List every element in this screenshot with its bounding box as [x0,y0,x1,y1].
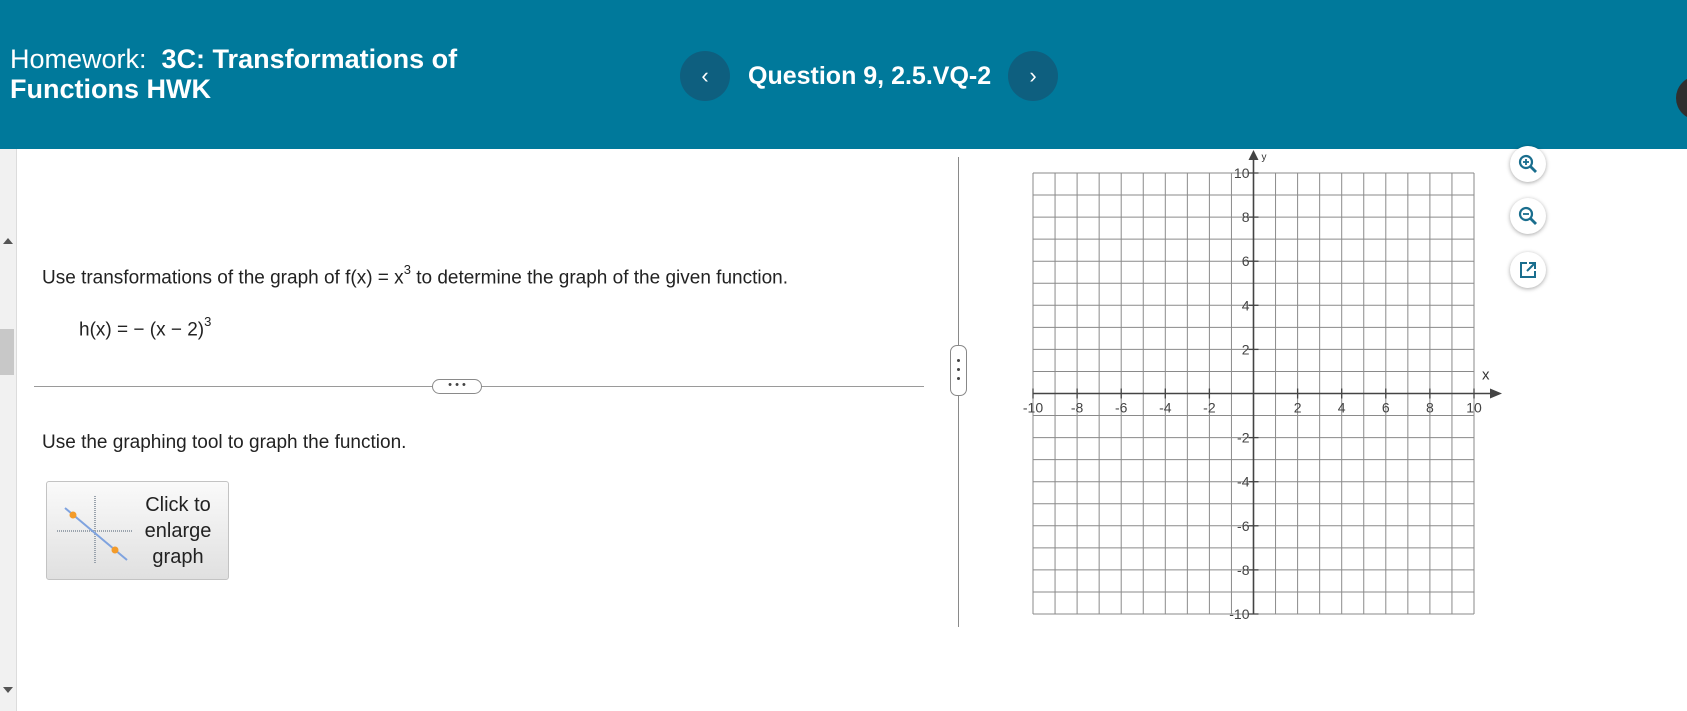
y-tick-label: 8 [1242,209,1250,225]
enlarge-graph-button[interactable]: Click to enlarge graph [46,481,229,580]
enlarge-label-line1: Click to [145,494,211,516]
popout-button[interactable] [1510,252,1546,288]
function-exponent: 3 [204,314,212,329]
function-base: h(x) = − (x − 2) [79,319,205,341]
next-question-button[interactable]: › [1008,51,1058,101]
left-scrollbar[interactable] [0,149,17,711]
question-prompt: Use transformations of the graph of f(x)… [42,262,788,289]
x-tick-label: -8 [1071,400,1084,416]
enlarge-label-line2: enlarge [144,520,212,542]
graph-axes [1032,150,1502,615]
x-tick-label: 4 [1338,400,1346,416]
y-tick-label: -8 [1237,562,1250,578]
graph-area[interactable]: -10 -8 -6 -4 -2 2 4 6 8 10 10 8 6 4 2 -2 -4 -6 -8 -10 x y [1010,150,1510,630]
y-axis-label: y [1262,152,1267,163]
zoom-in-button[interactable] [1510,146,1546,182]
show-more-button[interactable]: • • • [432,379,482,394]
zoom-out-button[interactable] [1510,198,1546,234]
chevron-left-icon: ‹ [701,63,709,88]
y-tick-label: 4 [1242,297,1250,313]
graph-thumbnail-icon [57,496,133,564]
question-title: Question 9, 2.5.VQ-2 [748,62,992,90]
graph-instruction: Use the graphing tool to graph the funct… [42,432,407,453]
y-tick-label: -10 [1229,606,1249,622]
zoom-out-icon [1518,206,1537,225]
prompt-exponent: 3 [403,262,411,277]
x-axis-arrow [1490,388,1502,399]
y-tick-label: -4 [1237,474,1250,490]
x-tick-label: 6 [1382,400,1390,416]
enlarge-label: Click to enlarge graph [135,492,221,570]
y-tick-label: 2 [1242,341,1250,357]
x-axis-label: x [1482,367,1490,384]
homework-name: 3C: Transformations of [161,44,458,74]
scroll-up-arrow-icon[interactable] [3,238,13,244]
x-tick-label: 10 [1466,400,1482,416]
x-tick-label: -6 [1115,400,1128,416]
function-expression: h(x) = − (x − 2)3 [79,314,212,341]
prev-question-button[interactable]: ‹ [680,51,730,101]
x-tick-label: -10 [1023,400,1043,416]
prompt-post: to determine the graph of the given func… [410,267,788,289]
y-tick-label: -6 [1237,518,1250,534]
homework-name-cont: Functions HWK [10,74,211,104]
y-tick-label: -2 [1237,430,1250,446]
y-axis-arrow [1248,150,1259,160]
splitter-handle[interactable] [950,345,967,396]
help-button[interactable] [1676,76,1687,120]
homework-title: Homework: 3C: Transformations of Functio… [10,44,457,104]
homework-label: Homework: [10,44,147,74]
chevron-right-icon: › [1029,63,1037,88]
zoom-in-icon [1518,154,1537,173]
prompt-pre: Use transformations of the graph of f(x)… [42,267,404,289]
x-tick-label: -4 [1159,400,1172,416]
x-tick-label: 2 [1294,400,1302,416]
popout-icon [1520,262,1536,278]
x-tick-label: 8 [1426,400,1434,416]
enlarge-label-line3: graph [152,546,204,568]
y-tick-label: 10 [1234,165,1250,181]
scroll-down-arrow-icon[interactable] [3,687,13,693]
header-bar: Homework: 3C: Transformations of Functio… [0,0,1687,149]
scrollbar-thumb[interactable] [0,329,14,375]
x-tick-label: -2 [1203,400,1216,416]
y-tick-label: 6 [1242,253,1250,269]
